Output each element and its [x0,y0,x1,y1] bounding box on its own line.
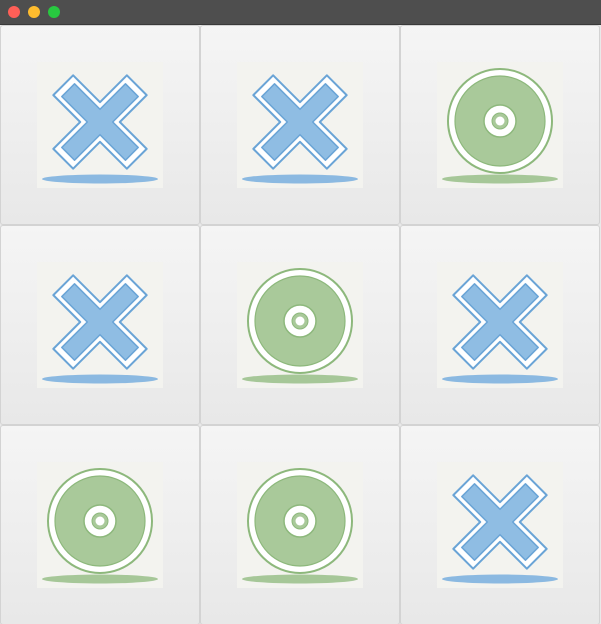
x-mark-icon [37,262,163,388]
x-mark-icon [437,262,563,388]
board-cell[interactable] [0,425,200,624]
o-mark-icon [237,262,363,388]
maximize-window-button[interactable] [48,6,60,18]
x-mark-icon [37,62,163,188]
title-bar [0,0,601,25]
board-cell[interactable] [0,25,200,225]
x-mark-icon [237,62,363,188]
x-mark-icon [437,462,563,588]
o-mark-icon [37,462,163,588]
minimize-window-button[interactable] [28,6,40,18]
board-cell[interactable] [400,225,600,425]
board-cell[interactable] [200,425,400,624]
board-cell[interactable] [400,425,600,624]
close-window-button[interactable] [8,6,20,18]
board-cell[interactable] [0,225,200,425]
game-board [0,25,601,624]
game-window [0,0,601,624]
board-cell[interactable] [400,25,600,225]
o-mark-icon [237,462,363,588]
board-cell[interactable] [200,225,400,425]
o-mark-icon [437,62,563,188]
board-cell[interactable] [200,25,400,225]
